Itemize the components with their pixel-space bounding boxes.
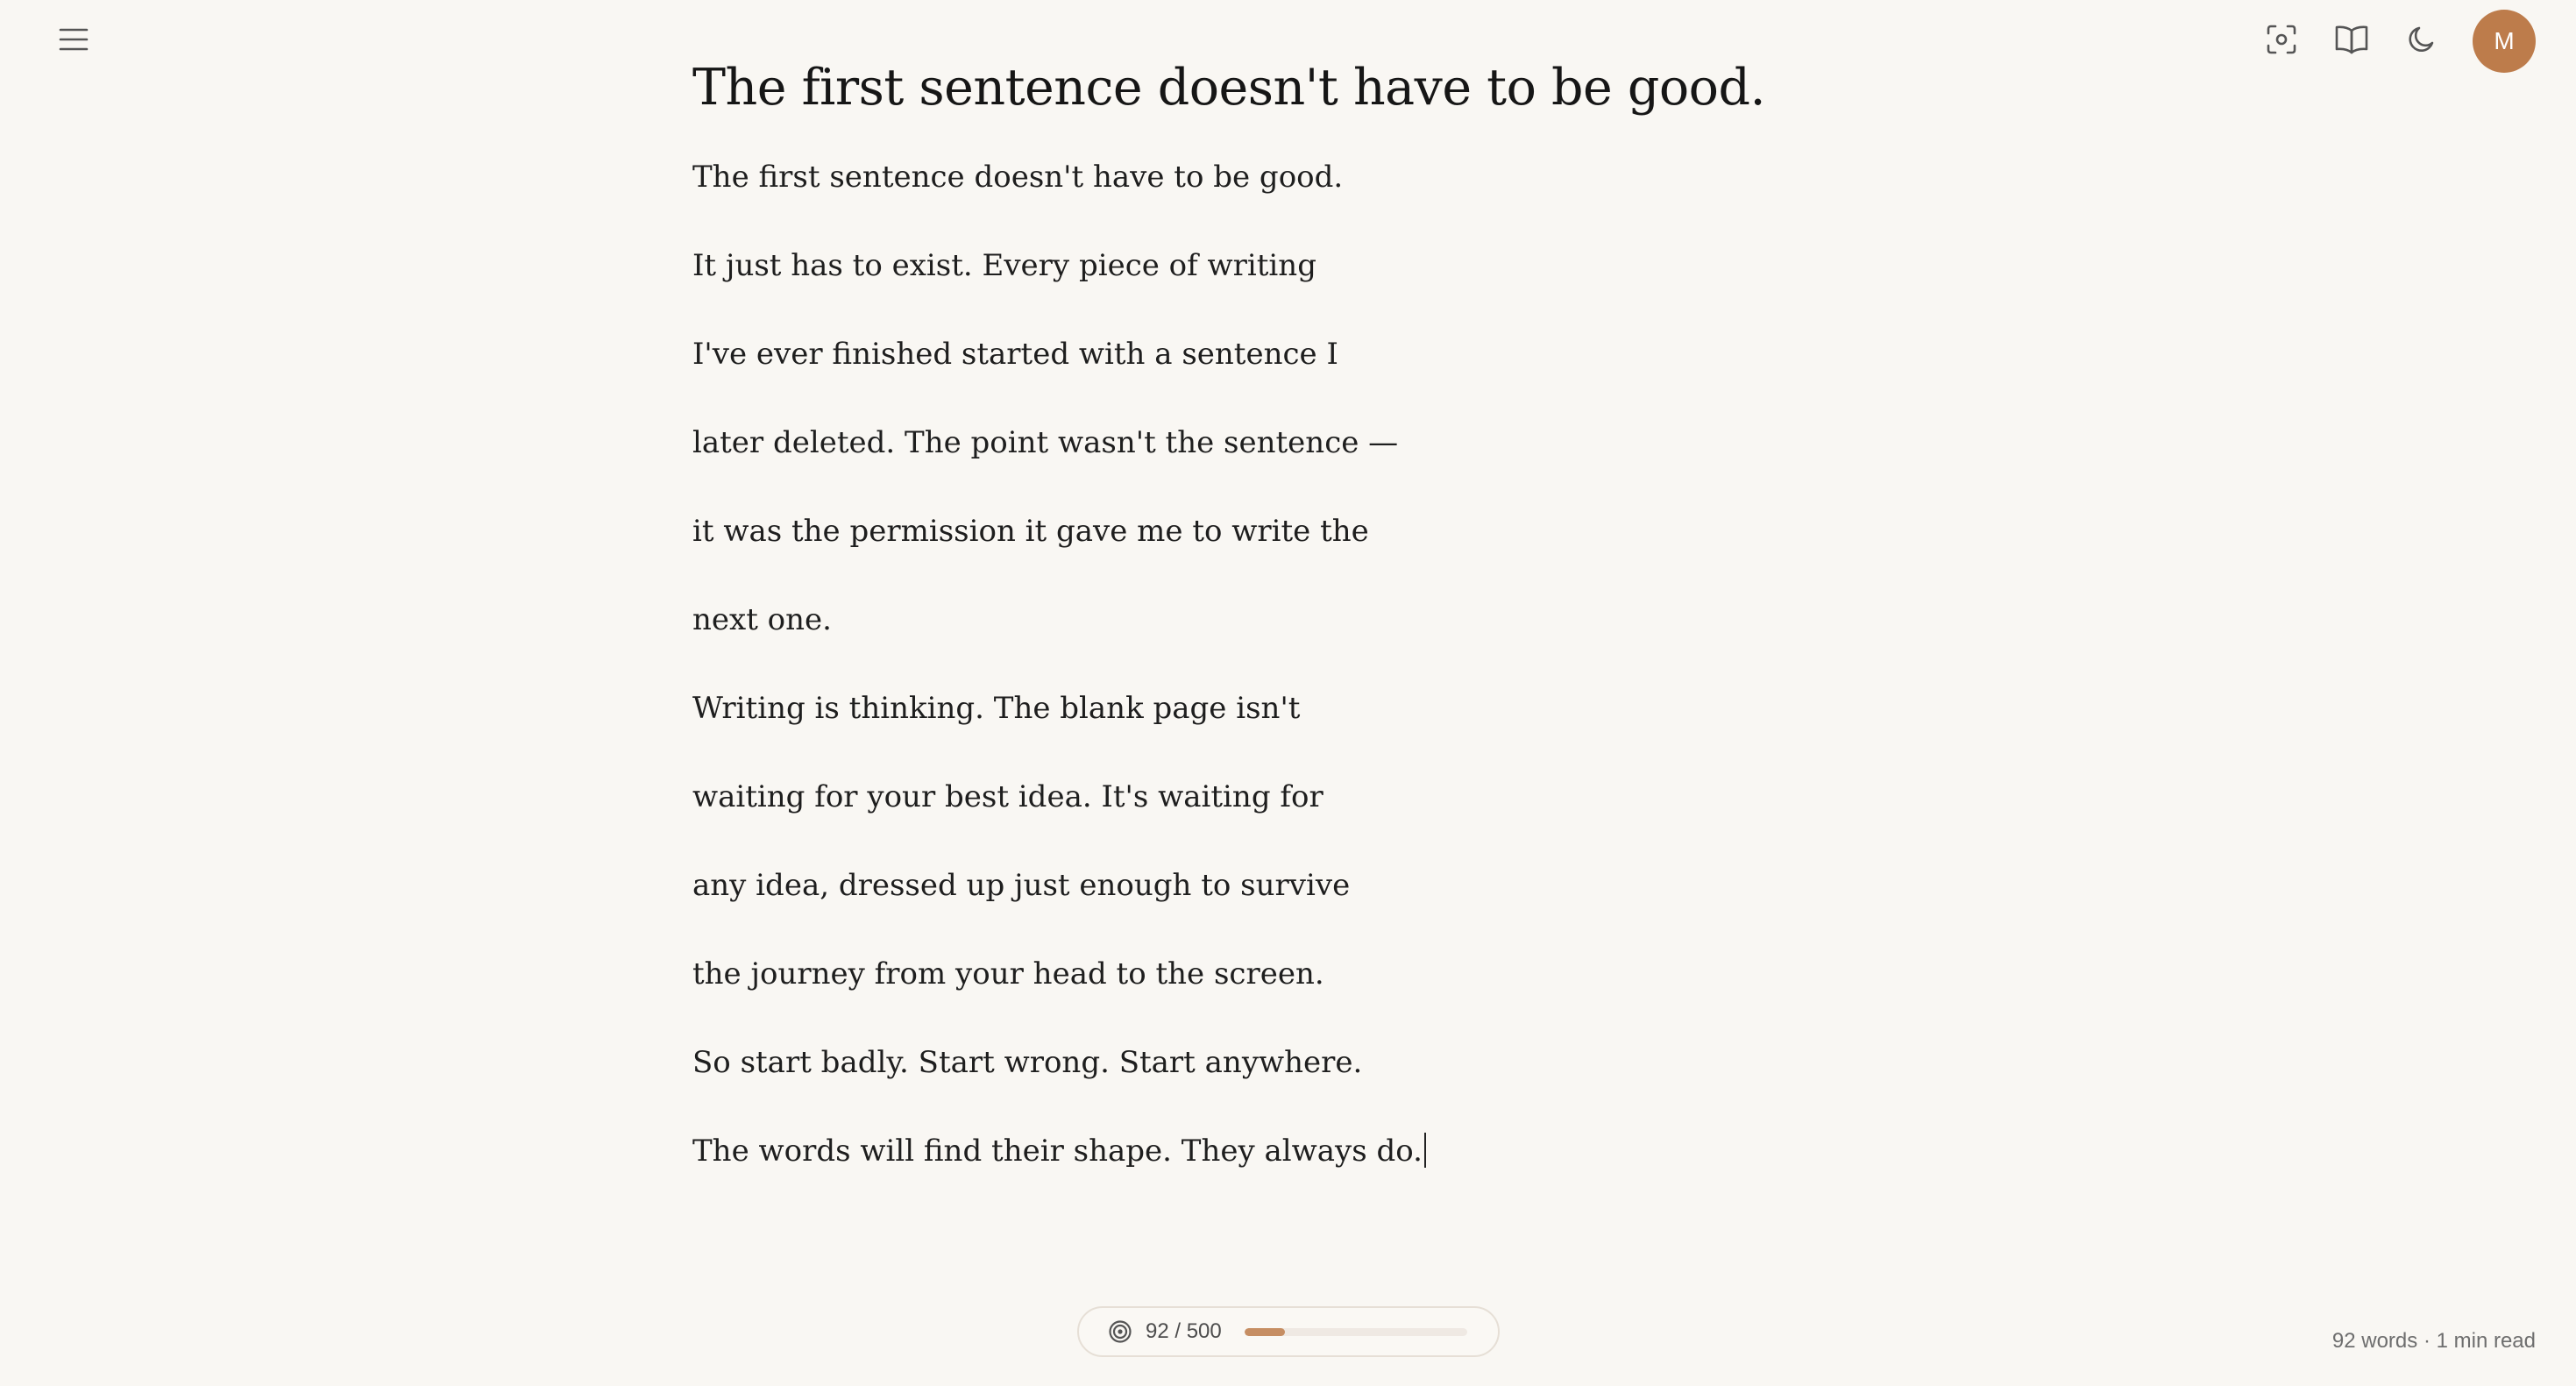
book-icon xyxy=(2334,24,2369,60)
menu-icon xyxy=(59,27,89,56)
avatar[interactable]: M xyxy=(2473,10,2536,73)
focus-mode-button[interactable] xyxy=(2262,22,2301,60)
text-line: the journey from your head to the screen… xyxy=(692,956,1324,992)
text-line: later deleted. The point wasn't the sent… xyxy=(692,425,1399,460)
document-body[interactable]: The first sentence doesn't have to be go… xyxy=(692,133,1884,1196)
text-line: It just has to exist. Every piece of wri… xyxy=(692,248,1316,283)
top-actions: M xyxy=(2262,9,2536,74)
menu-button[interactable] xyxy=(54,24,93,59)
document-title[interactable]: The first sentence doesn't have to be go… xyxy=(692,51,1884,124)
document: The first sentence doesn't have to be go… xyxy=(692,51,1884,1196)
moon-icon xyxy=(2406,24,2438,60)
text-line: I've ever finished started with a senten… xyxy=(692,337,1338,372)
word-goal-label: 92 / 500 xyxy=(1146,1319,1222,1343)
text-line: waiting for your best idea. It's waiting… xyxy=(692,779,1323,814)
focus-icon xyxy=(2266,24,2297,60)
text-line: it was the permission it gave me to writ… xyxy=(692,514,1369,549)
text-line: any idea, dressed up just enough to surv… xyxy=(692,868,1351,903)
text-line: next one. xyxy=(692,602,832,637)
text-line: So start badly. Start wrong. Start anywh… xyxy=(692,1045,1363,1080)
text-line: The first sentence doesn't have to be go… xyxy=(692,160,1344,195)
word-goal-pill[interactable]: 92 / 500 xyxy=(1077,1306,1500,1357)
text-line: Writing is thinking. The blank page isn'… xyxy=(692,691,1301,726)
text-caret xyxy=(1423,1133,1426,1168)
word-goal-progress-fill xyxy=(1244,1327,1286,1336)
target-icon xyxy=(1107,1318,1133,1345)
word-count-status: 92 words · 1 min read xyxy=(2331,1329,2536,1353)
theme-toggle-button[interactable] xyxy=(2402,22,2441,60)
reader-mode-button[interactable] xyxy=(2332,22,2371,60)
text-line-last-content: The words will find their shape. They al… xyxy=(692,1134,1423,1169)
word-goal-progress xyxy=(1244,1327,1467,1336)
text-line-last: The words will find their shape. They al… xyxy=(692,1107,1884,1196)
